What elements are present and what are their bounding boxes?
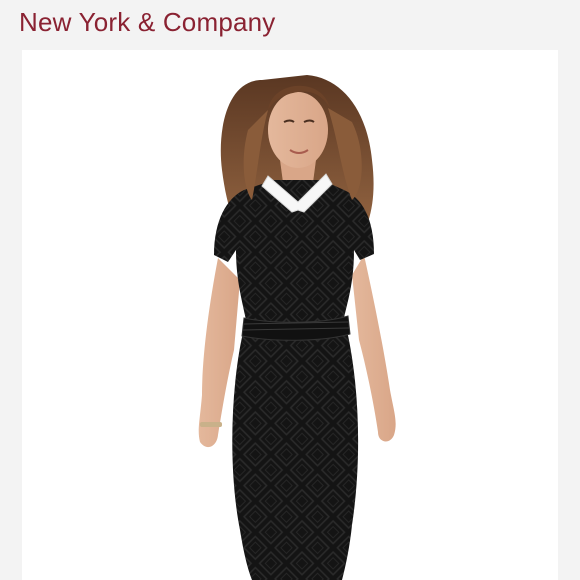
dress: [214, 180, 374, 580]
face: [268, 92, 328, 168]
bracelet: [200, 422, 222, 427]
brand-header: New York & Company: [0, 0, 580, 50]
brand-name: New York & Company: [19, 7, 276, 37]
model-illustration: [198, 75, 396, 580]
product-photo[interactable]: [22, 50, 558, 580]
right-arm: [352, 255, 396, 442]
